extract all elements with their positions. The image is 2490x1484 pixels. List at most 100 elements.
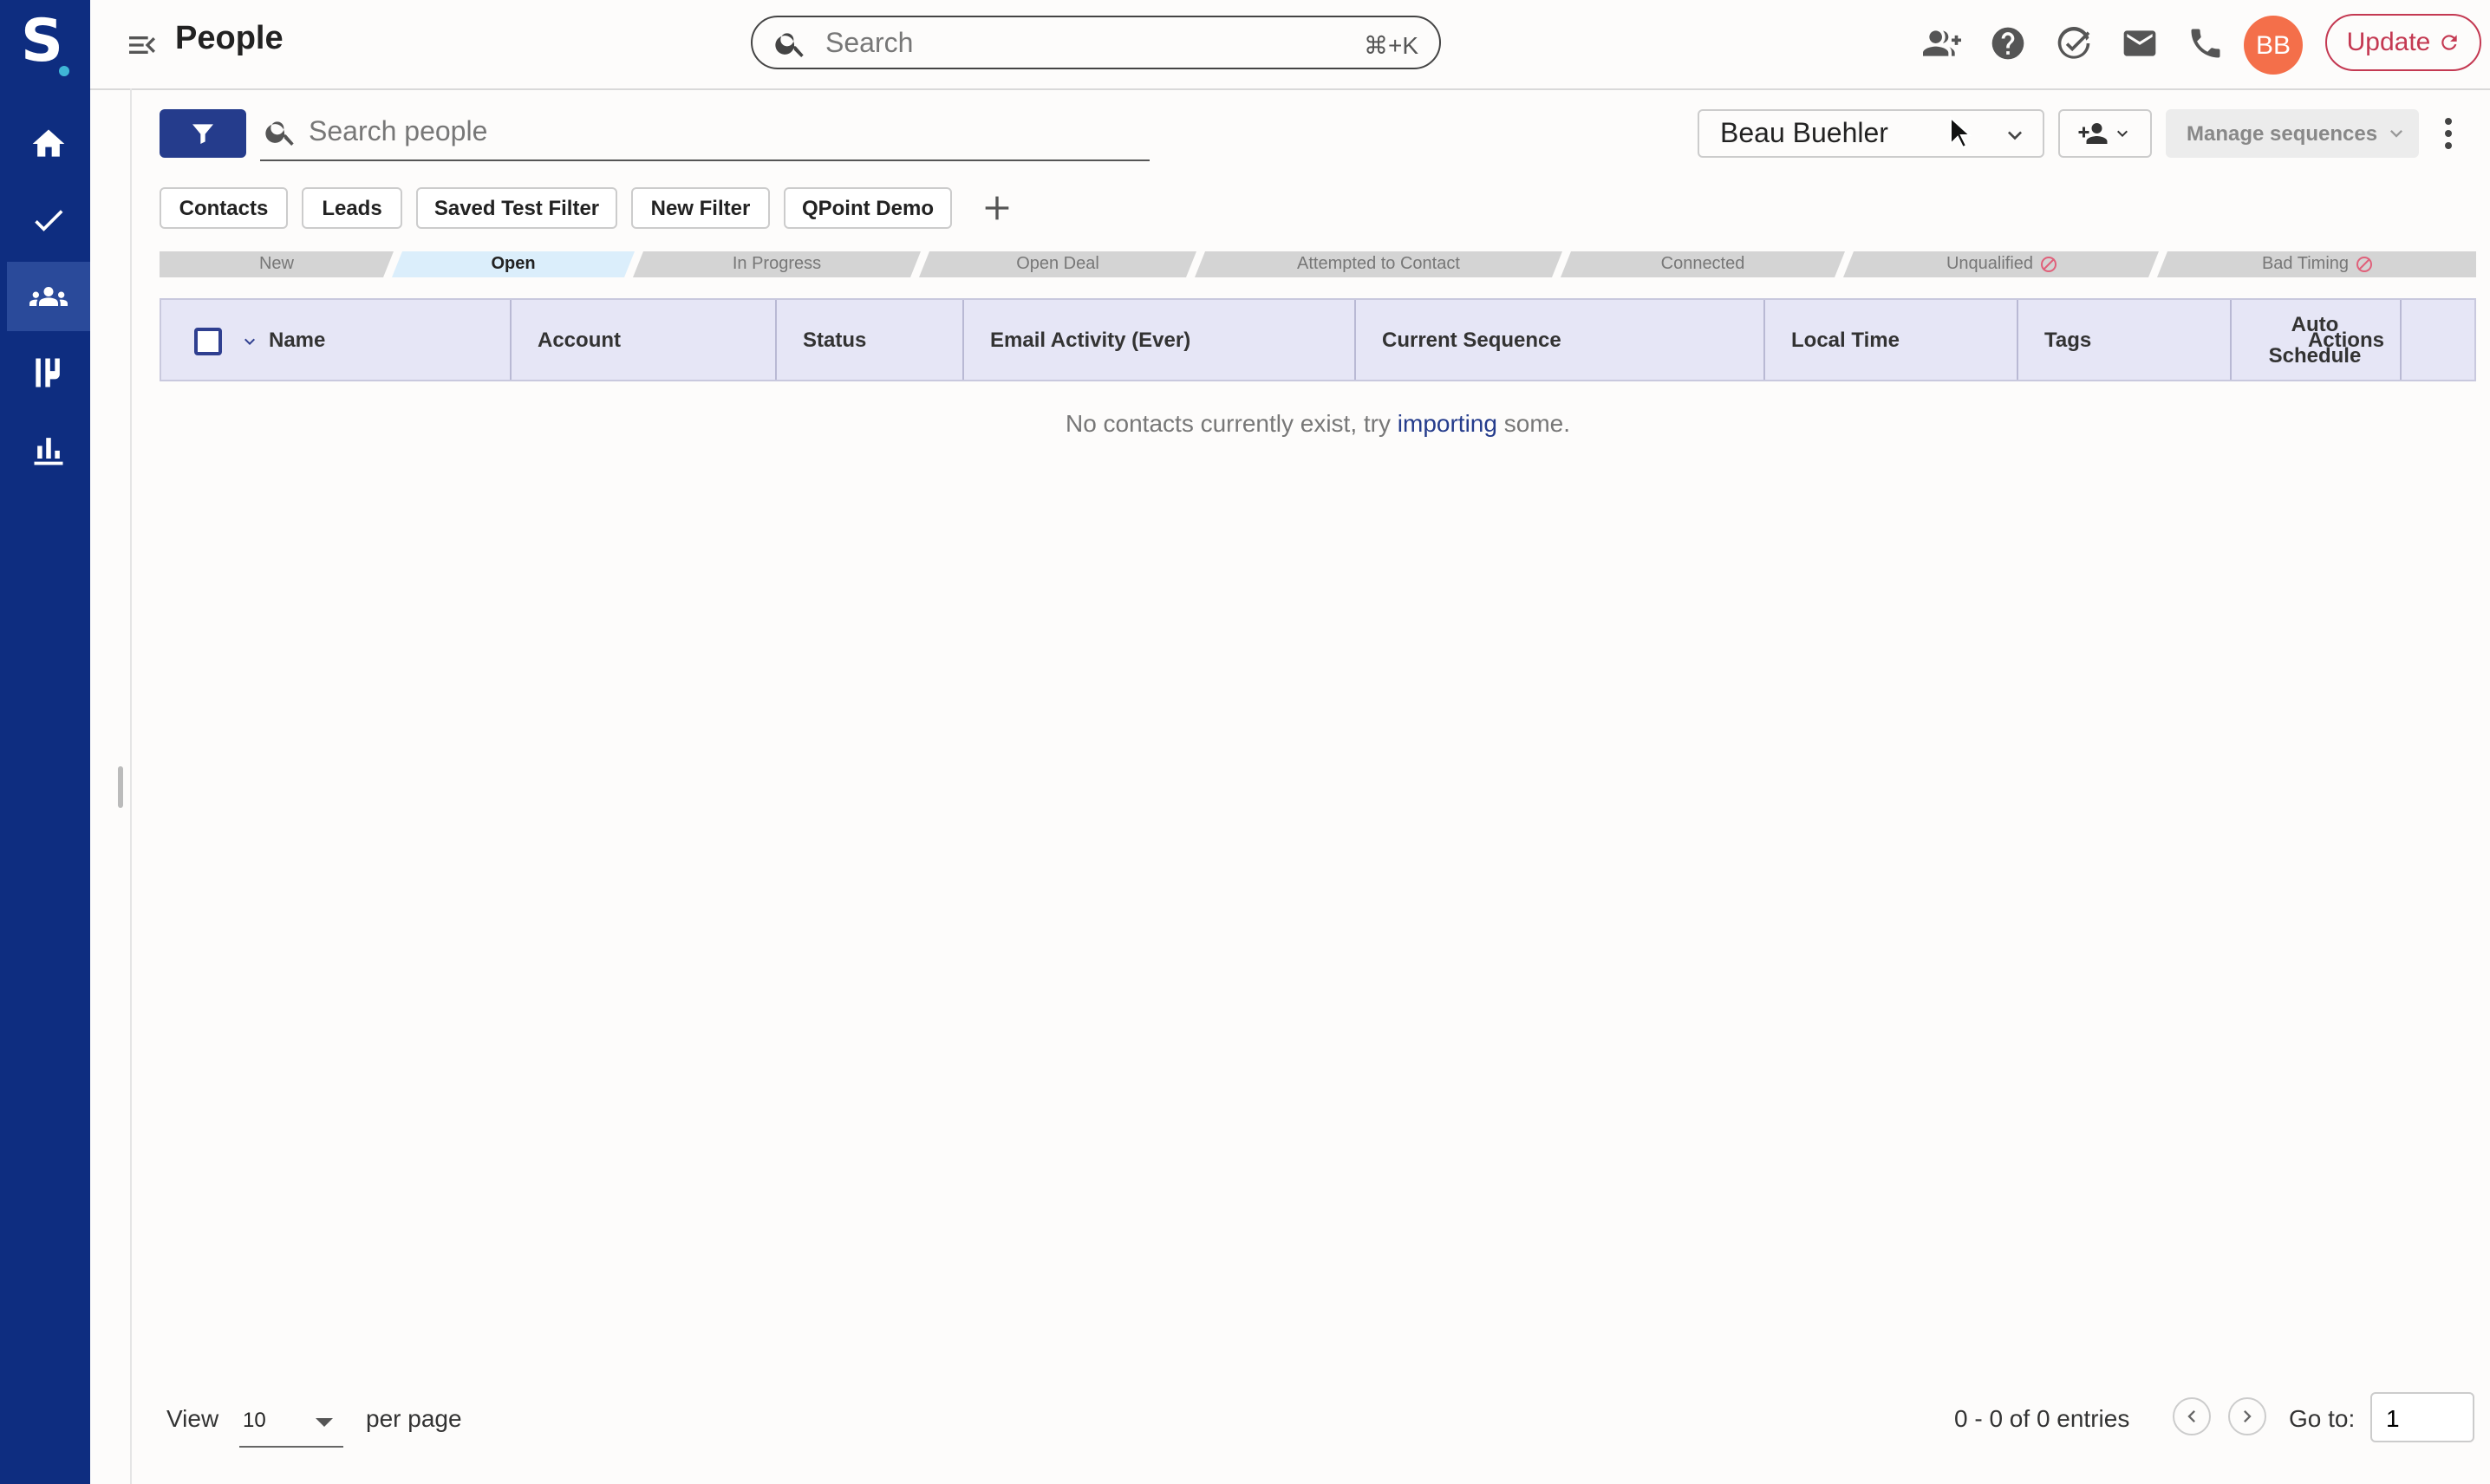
next-page-button[interactable] bbox=[2228, 1397, 2266, 1435]
search-icon bbox=[775, 33, 804, 57]
refresh-icon bbox=[2441, 35, 2457, 50]
update-button-label: Update bbox=[2346, 28, 2431, 57]
goto-page-input[interactable] bbox=[2370, 1392, 2474, 1442]
mail-icon bbox=[2123, 30, 2156, 56]
view-label: View bbox=[166, 1404, 219, 1432]
column-header-name[interactable]: Name bbox=[269, 300, 512, 380]
nav-tasks[interactable] bbox=[7, 186, 90, 255]
blocked-icon bbox=[2356, 257, 2372, 272]
menu-collapse-icon[interactable] bbox=[125, 28, 160, 62]
filter-chip-qpoint-demo[interactable]: QPoint Demo bbox=[784, 187, 952, 229]
people-icon bbox=[29, 287, 68, 306]
stage-unqualified[interactable]: Unqualified bbox=[1843, 251, 2159, 277]
stage-label: New bbox=[258, 255, 294, 274]
assign-contact-button[interactable] bbox=[2058, 109, 2152, 158]
empty-state-text: No contacts currently exist, try bbox=[1065, 409, 1398, 437]
nav-people[interactable] bbox=[7, 262, 90, 331]
select-all-checkbox[interactable] bbox=[194, 328, 222, 355]
filter-icon bbox=[192, 124, 213, 144]
filter-chip-contacts[interactable]: Contacts bbox=[160, 187, 288, 229]
column-header-local-time[interactable]: Local Time bbox=[1763, 300, 2018, 380]
search-icon bbox=[265, 121, 294, 146]
prev-page-button[interactable] bbox=[2173, 1397, 2211, 1435]
global-search[interactable]: Search ⌘+K bbox=[751, 16, 1441, 69]
chevron-down-icon[interactable] bbox=[239, 331, 260, 352]
owner-select-value: Beau Buehler bbox=[1720, 120, 1888, 149]
chevron-left-icon bbox=[2187, 1410, 2195, 1422]
nav-home[interactable] bbox=[7, 109, 90, 179]
stage-label: Attempted to Contact bbox=[1297, 255, 1460, 274]
filter-button[interactable] bbox=[160, 109, 246, 158]
search-shortcut: ⌘+K bbox=[1363, 31, 1418, 59]
empty-state-text-end: some. bbox=[1496, 409, 1570, 437]
stage-new[interactable]: New bbox=[160, 251, 394, 277]
stage-label: Open bbox=[491, 255, 536, 274]
column-header-status[interactable]: Status bbox=[775, 300, 964, 380]
filter-chip-leads[interactable]: Leads bbox=[302, 187, 402, 229]
dialer-button[interactable] bbox=[2187, 24, 2225, 62]
blocked-icon bbox=[2040, 257, 2056, 272]
panel-divider bbox=[130, 88, 132, 1484]
per-page-select[interactable]: 10 bbox=[239, 1397, 343, 1448]
bar-chart-icon bbox=[34, 438, 63, 465]
entries-count: 0 - 0 of 0 entries bbox=[1954, 1404, 2130, 1432]
mouse-cursor-icon bbox=[1950, 116, 1972, 149]
empty-state-message: No contacts currently exist, try importi… bbox=[160, 409, 2476, 437]
goto-label: Go to: bbox=[2289, 1404, 2356, 1432]
stage-bad-timing[interactable]: Bad Timing bbox=[2157, 251, 2476, 277]
per-page-label: per page bbox=[366, 1404, 462, 1432]
stage-attempted-to-contact[interactable]: Attempted to Contact bbox=[1195, 251, 1562, 277]
resize-handle[interactable] bbox=[118, 766, 123, 808]
sequence-icon bbox=[36, 358, 60, 387]
per-page-value: 10 bbox=[243, 1408, 266, 1432]
help-button[interactable] bbox=[1989, 24, 2027, 62]
user-avatar[interactable]: BB bbox=[2244, 16, 2303, 75]
nav-sequences[interactable] bbox=[7, 338, 90, 407]
home-icon bbox=[32, 129, 65, 157]
caret-down-icon bbox=[316, 1418, 333, 1427]
sidebar: S bbox=[0, 0, 90, 1484]
logo[interactable]: S bbox=[17, 7, 76, 76]
group-add-icon bbox=[1923, 30, 1961, 56]
stage-label: Unqualified bbox=[1946, 255, 2034, 274]
page-title: People bbox=[175, 21, 284, 57]
people-search-input[interactable]: Search people bbox=[260, 111, 1150, 161]
column-header-email-activity[interactable]: Email Activity (Ever) bbox=[962, 300, 1356, 380]
people-search-placeholder: Search people bbox=[309, 118, 488, 147]
stage-open[interactable]: Open bbox=[392, 251, 635, 277]
table-header: Name Account Status Email Activity (Ever… bbox=[160, 298, 2476, 381]
update-button[interactable]: Update bbox=[2325, 14, 2481, 71]
chevron-down-icon bbox=[2117, 130, 2128, 137]
help-icon bbox=[1991, 27, 2024, 60]
column-header-account[interactable]: Account bbox=[510, 300, 777, 380]
stage-open-deal[interactable]: Open Deal bbox=[919, 251, 1196, 277]
owner-select[interactable]: Beau Buehler bbox=[1698, 109, 2044, 158]
column-header-current-sequence[interactable]: Current Sequence bbox=[1354, 300, 1765, 380]
stage-label: Connected bbox=[1660, 255, 1745, 274]
task-check-icon bbox=[2057, 27, 2090, 59]
more-options-icon[interactable] bbox=[2435, 113, 2462, 154]
column-header-actions[interactable]: Actions bbox=[2216, 300, 2476, 380]
phone-icon bbox=[2191, 29, 2220, 58]
import-link[interactable]: importing bbox=[1398, 409, 1497, 437]
stage-in-progress[interactable]: In Progress bbox=[633, 251, 921, 277]
stage-label: Open Deal bbox=[1016, 255, 1099, 274]
chevron-right-icon bbox=[2244, 1410, 2252, 1422]
manage-sequences-label: Manage sequences bbox=[2187, 121, 2378, 146]
manage-sequences-button[interactable]: Manage sequences bbox=[2166, 109, 2419, 158]
person-add-icon bbox=[2078, 123, 2108, 144]
nav-analytics[interactable] bbox=[7, 414, 90, 484]
chevron-down-icon bbox=[2390, 130, 2402, 138]
stage-label: In Progress bbox=[732, 255, 822, 274]
column-header-tags[interactable]: Tags bbox=[2017, 300, 2232, 380]
filter-chip-saved-test-filter[interactable]: Saved Test Filter bbox=[416, 187, 617, 229]
invite-users-button[interactable] bbox=[1923, 24, 1961, 62]
inbox-button[interactable] bbox=[2121, 24, 2159, 62]
stage-bar: New Open In Progress Open Deal Attempted… bbox=[160, 251, 2476, 277]
tasks-button[interactable] bbox=[2055, 24, 2093, 62]
filter-chip-new-filter[interactable]: New Filter bbox=[631, 187, 770, 229]
stage-connected[interactable]: Connected bbox=[1561, 251, 1845, 277]
stage-label: Bad Timing bbox=[2261, 255, 2350, 274]
add-filter-icon[interactable] bbox=[980, 191, 1014, 225]
top-bar: People Search ⌘+K BB Update bbox=[90, 0, 2490, 90]
